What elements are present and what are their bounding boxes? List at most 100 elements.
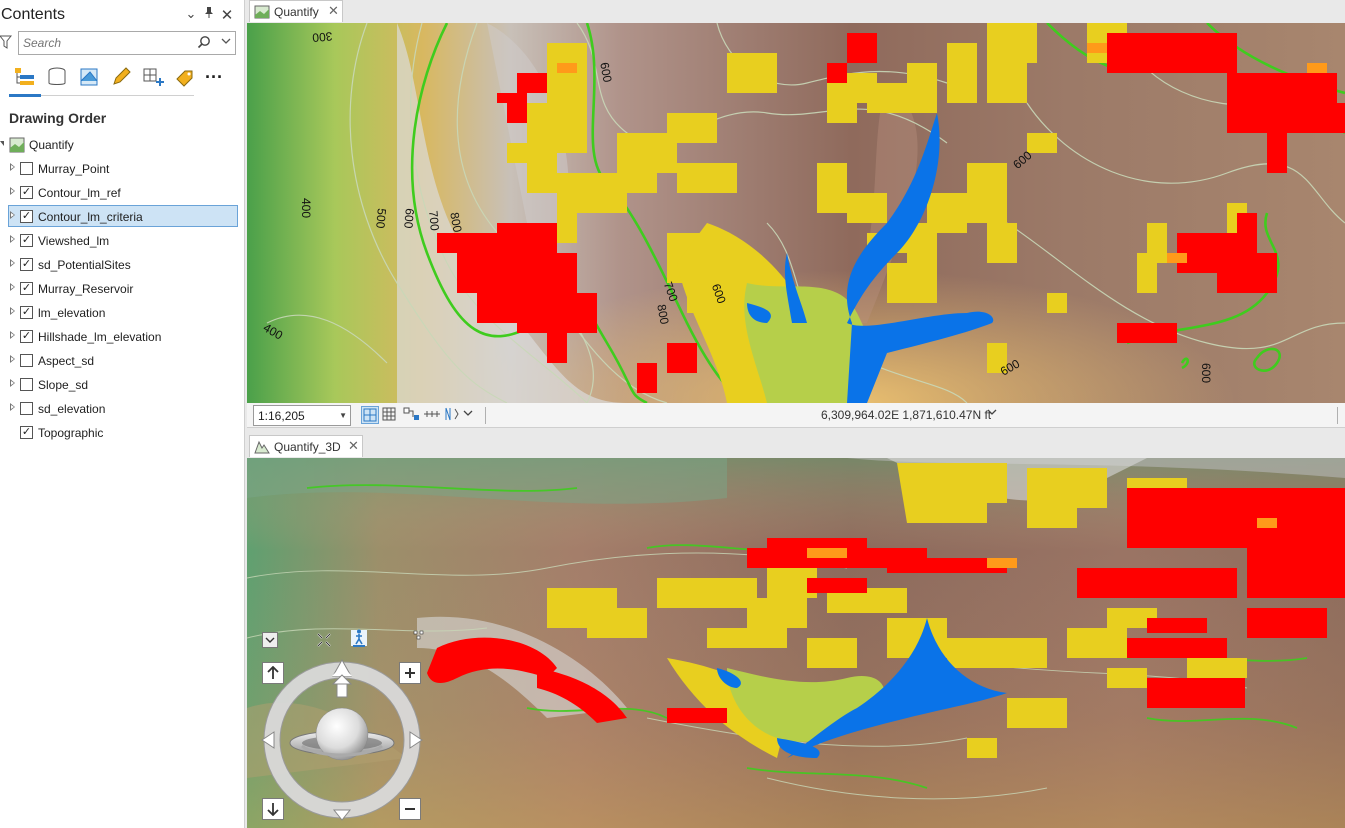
layer-label: Hillshade_lm_elevation (38, 330, 162, 344)
layer-visibility-checkbox[interactable]: ✓ (20, 186, 33, 199)
layer-visibility-checkbox[interactable]: ✓ (20, 306, 33, 319)
list-by-drawing-order-icon[interactable] (11, 64, 37, 90)
fixed-zoom-icon[interactable] (361, 406, 379, 424)
close-tab-icon[interactable]: ✕ (328, 3, 339, 19)
layer-visibility-checkbox[interactable] (20, 402, 33, 415)
chevron-down-icon[interactable] (463, 406, 481, 424)
layer-row[interactable]: ✓ Topographic (8, 421, 238, 443)
expand-arrow-icon[interactable] (10, 163, 15, 171)
chevron-down-icon[interactable]: ⌄ (183, 6, 199, 22)
active-tab-indicator (9, 94, 41, 97)
expand-arrow-icon[interactable] (10, 259, 15, 267)
map-icon (9, 137, 25, 158)
layer-row[interactable]: ✓ Murray_Reservoir (8, 277, 238, 299)
layer-label: sd_elevation (38, 402, 106, 416)
map-status-bar: 1:16,205 ▼ 6,309,964.02E 1,871,610.47N f… (247, 403, 1345, 428)
map-name: Quantify (29, 138, 74, 152)
map-view-3d[interactable] (247, 458, 1345, 828)
layer-row[interactable]: ✓ sd_PotentialSites (8, 253, 238, 275)
rotate-north-icon[interactable] (443, 406, 461, 424)
map-view-2d[interactable]: 300 400 400 500 600 700 800 600 700 600 … (247, 23, 1345, 403)
snapping-icon[interactable] (403, 406, 421, 424)
search-icon[interactable] (197, 35, 211, 54)
layer-label: Contour_lm_ref (38, 186, 121, 200)
tab-quantify[interactable]: Quantify ✕ (249, 0, 343, 22)
layer-label: Topographic (38, 426, 104, 440)
expand-arrow-icon[interactable] (10, 355, 15, 363)
list-by-snapping-icon[interactable] (140, 64, 166, 90)
expand-arrow-icon[interactable] (10, 211, 15, 219)
measure-icon[interactable] (423, 406, 441, 424)
layer-visibility-checkbox[interactable] (20, 162, 33, 175)
heads-up-display-icon[interactable] (411, 628, 427, 644)
expand-arrow-icon[interactable] (10, 379, 15, 387)
contour-label: 700 (426, 210, 442, 231)
navigator-collapse-button[interactable] (262, 632, 278, 648)
expand-arrow-icon[interactable] (10, 235, 15, 243)
list-by-labeling-icon[interactable] (172, 64, 198, 90)
layer-visibility-checkbox[interactable]: ✓ (20, 330, 33, 343)
layer-label: Slope_sd (38, 378, 89, 392)
chevron-down-icon[interactable]: ▼ (339, 411, 347, 420)
layer-visibility-checkbox[interactable] (20, 354, 33, 367)
toolbar-divider (41, 95, 194, 96)
layer-visibility-checkbox[interactable]: ✓ (20, 426, 33, 439)
navigator-control[interactable] (257, 658, 427, 828)
layer-row[interactable]: Murray_Point (8, 157, 238, 179)
status-divider (485, 407, 486, 424)
first-person-walk-icon[interactable] (351, 629, 367, 647)
status-divider (1337, 407, 1338, 424)
layer-row[interactable]: ✓ Hillshade_lm_elevation (8, 325, 238, 347)
layer-row[interactable]: Slope_sd (8, 373, 238, 395)
list-by-editing-icon[interactable] (108, 64, 134, 90)
expand-arrow-icon[interactable] (10, 307, 15, 315)
expand-arrow-icon[interactable] (10, 187, 15, 195)
layer-label: Aspect_sd (38, 354, 95, 368)
full-extent-icon[interactable] (316, 632, 332, 648)
tab-label: Quantify_3D (274, 440, 341, 454)
search-options-chevron-icon[interactable] (221, 37, 231, 48)
scale-select[interactable]: 1:16,205 ▼ (253, 405, 351, 426)
contour-label: 400 (299, 198, 313, 218)
collapse-icon[interactable] (0, 141, 4, 146)
close-icon[interactable]: ✕ (219, 6, 235, 24)
layer-label: Contour_lm_criteria (38, 210, 143, 224)
filter-icon[interactable] (0, 35, 13, 54)
layer-row[interactable]: ✓ lm_elevation (8, 301, 238, 323)
list-by-selection-icon[interactable] (76, 64, 102, 90)
close-tab-icon[interactable]: ✕ (348, 438, 359, 454)
layer-row[interactable]: ✓ Contour_lm_criteria (8, 205, 238, 227)
more-options-icon[interactable]: ··· (201, 64, 227, 90)
expand-arrow-icon[interactable] (10, 283, 15, 291)
scene-tab-icon (254, 440, 270, 457)
search-box[interactable] (18, 31, 236, 55)
layer-visibility-checkbox[interactable]: ✓ (20, 210, 33, 223)
layer-label: lm_elevation (38, 306, 106, 320)
pin-icon[interactable] (201, 6, 217, 21)
expand-arrow-icon[interactable] (10, 403, 15, 411)
contour-label: 600 (1199, 363, 1213, 383)
layer-label: Murray_Point (38, 162, 110, 176)
tab-quantify-3d[interactable]: Quantify_3D ✕ (249, 435, 363, 457)
grid-icon[interactable] (381, 406, 399, 424)
scale-value: 1:16,205 (258, 409, 305, 423)
coordinate-format-chevron-icon[interactable] (987, 408, 997, 419)
layer-row[interactable]: sd_elevation (8, 397, 238, 419)
expand-arrow-icon[interactable] (10, 331, 15, 339)
layer-row[interactable]: ✓ Contour_lm_ref (8, 181, 238, 203)
layer-visibility-checkbox[interactable]: ✓ (20, 258, 33, 271)
map-node-quantify[interactable]: Quantify (0, 136, 240, 154)
contour-label: 300 (311, 29, 332, 45)
coordinate-readout: 6,309,964.02E 1,871,610.47N ft (821, 408, 992, 422)
list-by-source-icon[interactable] (44, 64, 70, 90)
layer-visibility-checkbox[interactable] (20, 378, 33, 391)
contour-label: 500 (373, 208, 389, 229)
layer-row[interactable]: ✓ Viewshed_lm (8, 229, 238, 251)
layer-visibility-checkbox[interactable]: ✓ (20, 234, 33, 247)
layer-visibility-checkbox[interactable]: ✓ (20, 282, 33, 295)
contents-pane: Contents ⌄ ✕ ··· Drawing Order (0, 0, 245, 828)
search-input[interactable] (23, 35, 193, 51)
layer-label: Murray_Reservoir (38, 282, 134, 296)
layer-row[interactable]: Aspect_sd (8, 349, 238, 371)
drawing-order-heading: Drawing Order (9, 110, 107, 126)
